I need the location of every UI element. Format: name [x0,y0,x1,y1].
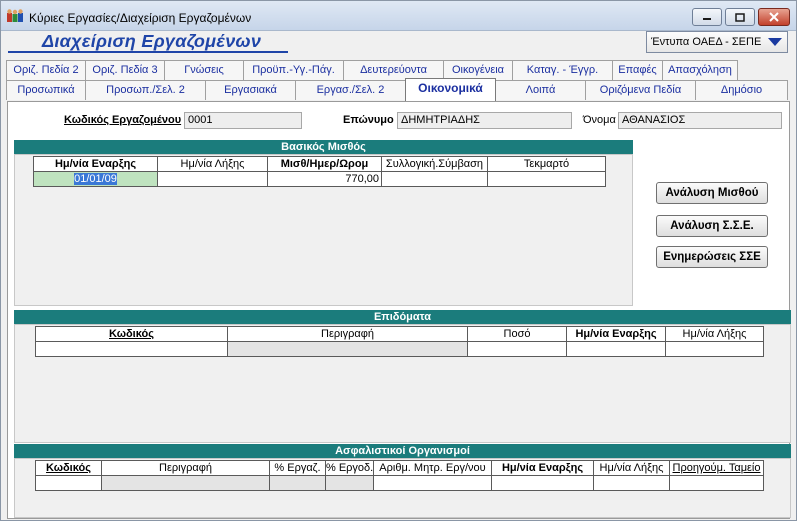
allowance-code-cell[interactable] [35,341,228,357]
agreement-cell[interactable] [381,171,488,187]
col-amount[interactable]: Μισθ/Ημερ/Ωρομ [267,156,382,172]
maximize-button[interactable] [725,8,755,26]
col-insurance-end-date[interactable]: Ημ/νία Λήξης [593,460,670,476]
insurance-start-cell[interactable] [491,475,594,491]
col-insurance-code[interactable]: Κωδικός [35,460,102,476]
name-field[interactable]: ΑΘΑΝΑΣΙΟΣ [618,112,782,129]
col-allowance-description[interactable]: Περιγραφή [227,326,468,342]
employee-code-field[interactable]: 0001 [184,112,302,129]
col-end-date[interactable]: Ημ/νία Λήξης [157,156,268,172]
page-title: Διαχείριση Εργαζομένων [8,31,288,53]
tab-knowledge[interactable]: Γνώσεις [164,60,244,80]
tab-registration-docs[interactable]: Καταγ. - Έγγρ. [512,60,613,80]
surname-field[interactable]: ΔΗΜΗΤΡΙΑΔΗΣ [397,112,572,129]
tab-custom-fields-3[interactable]: Οριζ. Πεδία 3 [85,60,165,80]
tab-public[interactable]: Δημόσιο [695,80,788,100]
col-agreement[interactable]: Συλλογική.Σύμβαση [381,156,488,172]
allowances-header: Επιδόματα [14,310,791,324]
imputed-cell[interactable] [487,171,606,187]
col-allowance-amount[interactable]: Ποσό [467,326,567,342]
col-insurance-description[interactable]: Περιγραφή [101,460,270,476]
table-row[interactable] [35,341,764,357]
employee-code-label: Κωδικός Εργαζομένου [64,114,182,126]
name-label: Όνομα [583,114,616,126]
maximize-icon [735,12,745,22]
col-registry-number[interactable]: Αριθμ. Μητρ. Εργ/νου [373,460,492,476]
registry-number-cell[interactable] [373,475,492,491]
employee-percent-cell [269,475,326,491]
title-bar[interactable]: Κύριες Εργασίες/Διαχείριση Εργαζομένων [1,1,796,31]
basic-salary-header: Βασικός Μισθός [14,140,633,154]
start-date-cell[interactable]: 01/01/09 [33,171,158,187]
insurance-description-cell [101,475,270,491]
table-header-row: Ημ/νία Εναρξης Ημ/νία Λήξης Μισθ/Ημερ/Ωρ… [33,156,606,172]
tab-other[interactable]: Λοιπά [495,80,586,100]
start-date-value: 01/01/09 [74,173,117,185]
table-row[interactable]: 01/01/09 770,00 [33,171,606,187]
main-window: Κύριες Εργασίες/Διαχείριση Εργαζομένων Δ… [0,0,797,521]
amount-cell[interactable]: 770,00 [267,171,382,187]
table-row[interactable] [35,475,764,491]
col-allowance-end-date[interactable]: Ημ/νία Λήξης [665,326,764,342]
employer-percent-cell [325,475,374,491]
col-insurance-start-date[interactable]: Ημ/νία Εναρξης [491,460,594,476]
tab-work-page-2[interactable]: Εργασ./Σελ. 2 [295,80,406,100]
allowances-table: Κωδικός Περιγραφή Ποσό Ημ/νία Εναρξης Ημ… [35,326,764,357]
minimize-button[interactable] [692,8,722,26]
col-employee-percent[interactable]: % Εργαζ. [269,460,326,476]
insurance-end-cell[interactable] [593,475,670,491]
close-icon [769,12,779,22]
close-button[interactable] [758,8,790,26]
allowance-description-cell [227,341,468,357]
table-header-row: Κωδικός Περιγραφή % Εργαζ. % Εργοδ. Αριθ… [35,460,764,476]
minimize-icon [703,18,711,20]
basic-salary-table: Ημ/νία Εναρξης Ημ/νία Λήξης Μισθ/Ημερ/Ωρ… [33,156,606,187]
financial-panel: Κωδικός Εργαζομένου 0001 Επώνυμο ΔΗΜΗΤΡΙ… [7,101,791,519]
allowances-section: Κωδικός Περιγραφή Ποσό Ημ/νία Εναρξης Ημ… [14,324,791,443]
tab-prereq-health[interactable]: Προϋπ.-Υγ.-Πάγ. [243,60,344,80]
tab-contacts[interactable]: Επαφές [612,60,663,80]
tab-financial[interactable]: Οικονομικά [405,78,496,101]
sse-updates-button[interactable]: Ενημερώσεις ΣΣΕ [656,246,768,268]
sse-analysis-button[interactable]: Ανάλυση Σ.Σ.Ε. [656,215,768,237]
col-imputed[interactable]: Τεκμαρτό [487,156,606,172]
window-title: Κύριες Εργασίες/Διαχείριση Εργαζομένων [29,11,252,25]
tab-personal[interactable]: Προσωπικά [6,80,86,100]
tab-row-1: Οριζ. Πεδία 2 Οριζ. Πεδία 3 Γνώσεις Προϋ… [6,60,738,80]
end-date-cell[interactable] [157,171,268,187]
tab-defined-fields[interactable]: Οριζόμενα Πεδία [585,80,696,100]
basic-salary-section: Ημ/νία Εναρξης Ημ/νία Λήξης Μισθ/Ημερ/Ωρ… [14,154,633,306]
users-icon [7,9,23,22]
forms-dropdown-label: Έντυπα ΟΑΕΔ - ΣΕΠΕ [651,36,762,48]
surname-label: Επώνυμο [343,114,394,126]
tab-personal-page-2[interactable]: Προσωπ./Σελ. 2 [85,80,206,100]
col-previous-fund[interactable]: Προηγούμ. Ταμείο [669,460,764,476]
allowance-end-cell[interactable] [665,341,764,357]
chevron-down-icon [768,38,782,46]
table-header-row: Κωδικός Περιγραφή Ποσό Ημ/νία Εναρξης Ημ… [35,326,764,342]
col-employer-percent[interactable]: % Εργοδ. [325,460,374,476]
client-area: Διαχείριση Εργαζομένων Έντυπα ΟΑΕΔ - ΣΕΠ… [4,31,793,519]
insurance-header: Ασφαλιστικοί Οργανισμοί [14,444,791,458]
tab-secondary[interactable]: Δευτερεύοντα [343,60,444,80]
insurance-section: Κωδικός Περιγραφή % Εργαζ. % Εργοδ. Αριθ… [14,458,791,518]
tab-family[interactable]: Οικογένεια [443,60,513,80]
previous-fund-cell[interactable] [669,475,764,491]
col-allowance-start-date[interactable]: Ημ/νία Εναρξης [566,326,666,342]
tab-work[interactable]: Εργασιακά [205,80,296,100]
insurance-table: Κωδικός Περιγραφή % Εργαζ. % Εργοδ. Αριθ… [35,460,764,491]
tab-row-2: Προσωπικά Προσωπ./Σελ. 2 Εργασιακά Εργασ… [6,78,788,101]
tab-custom-fields-2[interactable]: Οριζ. Πεδία 2 [6,60,86,80]
forms-dropdown[interactable]: Έντυπα ΟΑΕΔ - ΣΕΠΕ [646,31,788,53]
salary-analysis-button[interactable]: Ανάλυση Μισθού [656,182,768,204]
col-allowance-code[interactable]: Κωδικός [35,326,228,342]
allowance-start-cell[interactable] [566,341,666,357]
insurance-code-cell[interactable] [35,475,102,491]
allowance-amount-cell[interactable] [467,341,567,357]
col-start-date[interactable]: Ημ/νία Εναρξης [33,156,158,172]
tab-employment[interactable]: Απασχόληση [662,60,738,80]
